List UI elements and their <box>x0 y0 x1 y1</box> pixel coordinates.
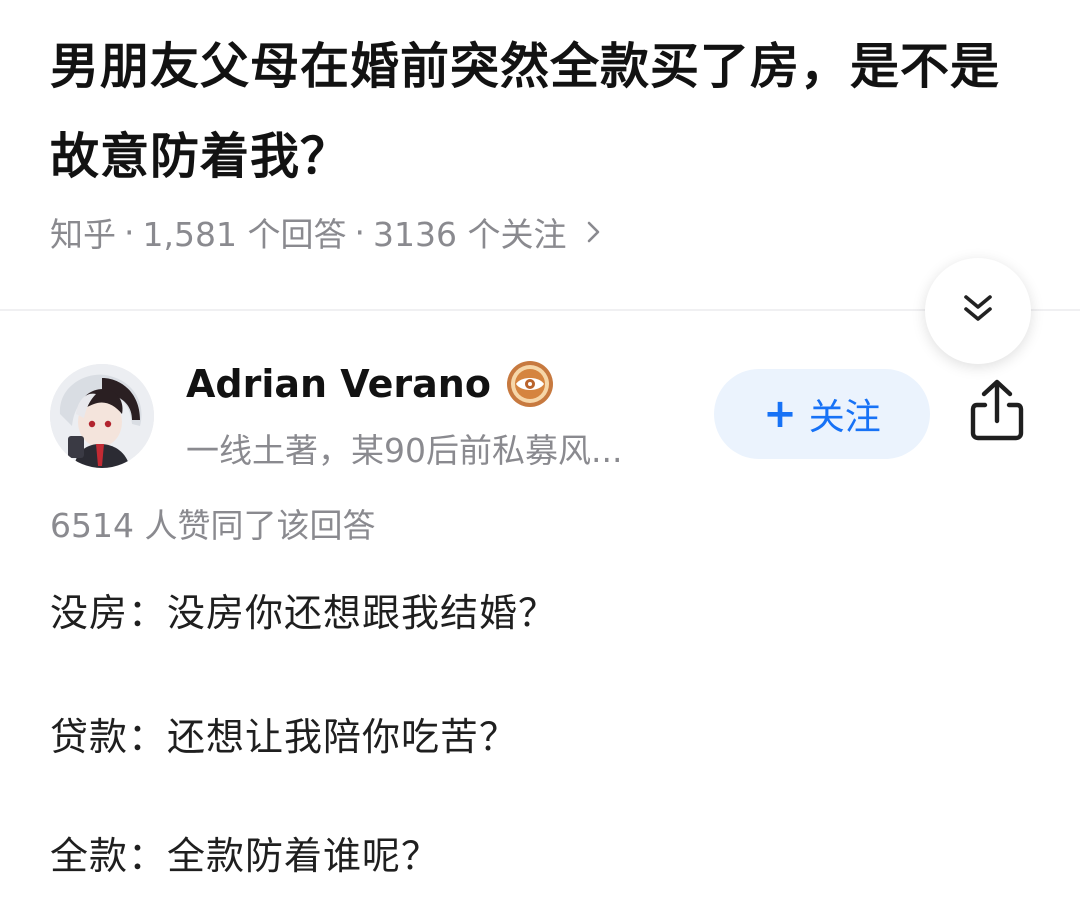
answer-line: 全款：全款防着谁呢？ <box>50 834 441 878</box>
certified-badge-icon[interactable] <box>505 359 555 409</box>
chevron-right-icon[interactable] <box>586 218 602 246</box>
divider <box>0 309 1080 311</box>
answer-line: 贷款：还想让我陪你吃苦？ <box>50 715 519 759</box>
double-chevron-down-icon <box>960 291 996 331</box>
question-title[interactable]: 男朋友父母在婚前突然全款买了房，是不是故意防着我？ <box>50 22 1040 202</box>
author-name-text[interactable]: Adrian Verano <box>186 362 491 406</box>
follow-button[interactable]: + 关注 <box>714 369 930 459</box>
meta-separator: · <box>124 212 135 252</box>
answer-line: 没房：没房你还想跟我结婚？ <box>50 591 558 635</box>
author-name[interactable]: Adrian Verano <box>186 358 555 410</box>
question-meta[interactable]: 知乎 · 1,581 个回答 · 3136 个关注 <box>50 205 602 259</box>
share-button[interactable] <box>962 376 1032 448</box>
vote-count[interactable]: 6514 人赞同了该回答 <box>50 500 375 552</box>
author-bio: 一线土著，某90后前私募风... <box>186 431 623 470</box>
answers-count: 1,581 个回答 <box>142 215 347 254</box>
follow-label: 关注 <box>808 397 881 438</box>
avatar[interactable] <box>50 364 154 468</box>
followers-count: 3136 个关注 <box>372 215 567 254</box>
collapse-button[interactable] <box>925 258 1031 364</box>
source-label: 知乎 <box>50 215 116 254</box>
plus-icon: + <box>763 391 797 437</box>
share-icon <box>967 377 1027 447</box>
meta-separator: · <box>354 212 365 252</box>
